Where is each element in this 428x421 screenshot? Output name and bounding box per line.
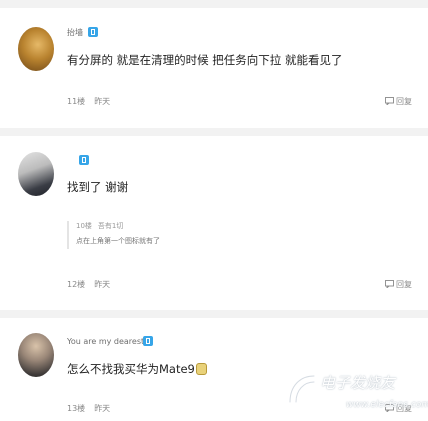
- comment-meta: 13楼 昨天: [67, 404, 110, 414]
- watermark-brand: 电子发烧友: [320, 374, 396, 392]
- top-divider: [0, 0, 428, 8]
- quoted-text: 点在上角第一个图标就有了: [76, 237, 160, 245]
- reply-button[interactable]: 回复: [385, 280, 412, 290]
- avatar[interactable]: [18, 152, 54, 196]
- comment-meta: 12楼 昨天: [67, 280, 110, 290]
- avatar[interactable]: [18, 333, 54, 377]
- comment-time: 昨天: [94, 280, 111, 289]
- floor-number: 11楼: [67, 97, 86, 106]
- reply-icon: [385, 404, 394, 413]
- comment-text: 怎么不找我买华为Mate9: [67, 362, 207, 376]
- comment-time: 昨天: [94, 97, 111, 106]
- avatar[interactable]: [18, 27, 54, 71]
- reply-icon: [385, 97, 394, 106]
- section-divider: [0, 128, 428, 136]
- comment-meta: 11楼 昨天: [67, 97, 110, 107]
- username[interactable]: You are my dearest: [67, 337, 144, 347]
- floor-number: 12楼: [67, 280, 86, 289]
- quoted-reply[interactable]: 10楼 吾有1切 点在上角第一个图标就有了: [67, 221, 389, 249]
- verified-badge-icon: [79, 155, 89, 165]
- quoted-header: 10楼 吾有1切: [76, 222, 123, 231]
- comment-list: 抬墙 有分屏的 就是在清理的时候 把任务向下拉 就能看见了 11楼 昨天 回复 找…: [0, 0, 428, 421]
- reply-button[interactable]: 回复: [385, 97, 412, 107]
- reply-label: 回复: [396, 404, 412, 413]
- comment-text: 有分屏的 就是在清理的时候 把任务向下拉 就能看见了: [67, 53, 343, 67]
- reply-button[interactable]: 回复: [385, 404, 412, 414]
- verified-badge-icon: [88, 27, 98, 37]
- reply-icon: [385, 280, 394, 289]
- section-divider: [0, 310, 428, 318]
- reply-label: 回复: [396, 97, 412, 106]
- floor-number: 13楼: [67, 404, 86, 413]
- comment-text: 找到了 谢谢: [67, 180, 129, 194]
- watermark-logo-icon: [288, 374, 316, 404]
- emoji-icon: [195, 363, 207, 375]
- verified-badge-icon: [143, 336, 153, 346]
- comment-time: 昨天: [94, 404, 111, 413]
- quoted-floor: 10楼: [76, 222, 92, 230]
- username[interactable]: 抬墙: [67, 28, 83, 38]
- quoted-author: 吾有1切: [97, 222, 124, 230]
- reply-label: 回复: [396, 280, 412, 289]
